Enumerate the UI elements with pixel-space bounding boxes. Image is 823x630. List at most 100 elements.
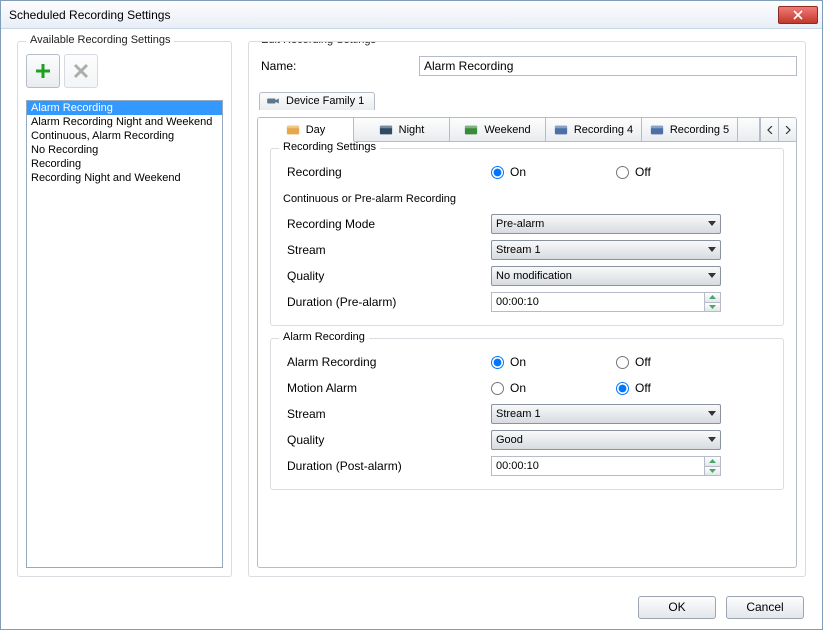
recording-mode-combo[interactable]: Pre-alarm [491, 214, 721, 234]
tab-weekend[interactable]: Weekend [450, 118, 546, 141]
schedule-icon [286, 124, 300, 136]
schedule-tab-body: Recording Settings Recording On Off Cont… [258, 142, 796, 567]
motion-alarm-row: Motion Alarm On Off [281, 375, 773, 401]
alarm-off-radio[interactable] [616, 356, 629, 369]
list-item[interactable]: Recording [27, 157, 222, 171]
tab-recording-5[interactable]: Recording 5 [642, 118, 738, 141]
chevron-down-icon [709, 469, 716, 473]
tab-label: Day [306, 124, 326, 136]
motion-off-radio[interactable] [616, 382, 629, 395]
camera-icon [266, 96, 280, 106]
chevron-up-icon [709, 459, 716, 463]
on-label: On [510, 355, 526, 369]
tab-night[interactable]: Night [354, 118, 450, 141]
alarm-on-radio[interactable] [491, 356, 504, 369]
recording-off-option[interactable]: Off [616, 165, 651, 179]
name-label: Name: [261, 59, 411, 73]
motion-alarm-label: Motion Alarm [281, 381, 491, 395]
rs-quality-value: No modification [496, 270, 572, 282]
motion-on-radio[interactable] [491, 382, 504, 395]
edit-settings-title: Edit Recording Settings [257, 41, 380, 46]
device-family-body: Day NightWeekendRecording 4 Recording 5 Re… [257, 117, 797, 568]
tab-scroll-right[interactable] [778, 118, 796, 141]
schedule-icon [554, 124, 568, 136]
add-button[interactable] [26, 54, 60, 88]
name-input[interactable] [419, 56, 797, 76]
ar-duration-label: Duration (Post-alarm) [281, 459, 491, 473]
rs-duration-row: Duration (Pre-alarm) 00:00:10 [281, 289, 773, 315]
rs-quality-combo[interactable]: No modification [491, 266, 721, 286]
delete-button[interactable] [64, 54, 98, 88]
dialog-body: Available Recording Settings Alarm Recor… [1, 29, 822, 585]
cancel-button[interactable]: Cancel [726, 596, 804, 619]
chevron-down-icon [708, 221, 716, 227]
recording-on-radio[interactable] [491, 166, 504, 179]
chevron-up-icon [709, 295, 716, 299]
list-item[interactable]: No Recording [27, 143, 222, 157]
motion-off-option[interactable]: Off [616, 381, 651, 395]
spin-up-button[interactable] [705, 293, 720, 302]
recording-radio-group: On Off [491, 165, 651, 179]
off-label: Off [635, 165, 651, 179]
rs-quality-row: Quality No modification [281, 263, 773, 289]
tab-scroll-left[interactable] [760, 118, 778, 141]
recording-on-option[interactable]: On [491, 165, 526, 179]
recording-off-radio[interactable] [616, 166, 629, 179]
schedule-icon [379, 124, 393, 136]
tab-device-family-1[interactable]: Device Family 1 [259, 92, 375, 110]
device-family-tabs: Device Family 1 [259, 92, 797, 110]
list-item[interactable]: Continuous, Alarm Recording [27, 129, 222, 143]
rs-duration-spinner[interactable]: 00:00:10 [491, 292, 721, 312]
list-item[interactable]: Alarm Recording [27, 101, 222, 115]
motion-on-option[interactable]: On [491, 381, 526, 395]
tab-label: Recording 5 [670, 124, 729, 136]
spin-up-button[interactable] [705, 457, 720, 466]
tab-day[interactable]: Day [258, 118, 354, 142]
spin-down-button[interactable] [705, 302, 720, 312]
ar-stream-combo[interactable]: Stream 1 [491, 404, 721, 424]
ar-duration-spinner[interactable]: 00:00:10 [491, 456, 721, 476]
plus-icon [34, 62, 52, 80]
on-label: On [510, 381, 526, 395]
chevron-down-icon [708, 247, 716, 253]
recording-mode-label: Recording Mode [281, 217, 491, 231]
alarm-off-option[interactable]: Off [616, 355, 651, 369]
spinner-buttons [704, 293, 720, 311]
ar-duration-row: Duration (Post-alarm) 00:00:10 [281, 453, 773, 479]
tab-recording-4[interactable]: Recording 4 [546, 118, 642, 141]
ok-button[interactable]: OK [638, 596, 716, 619]
ar-duration-value: 00:00:10 [492, 460, 704, 472]
ar-quality-value: Good [496, 434, 523, 446]
recording-settings-fieldset: Recording Settings Recording On Off Cont… [270, 148, 784, 326]
alarm-recording-label: Alarm Recording [281, 355, 491, 369]
recording-settings-title: Recording Settings [279, 142, 380, 153]
motion-alarm-radio-group: On Off [491, 381, 651, 395]
recording-label: Recording [281, 165, 491, 179]
spin-down-button[interactable] [705, 466, 720, 476]
rs-duration-label: Duration (Pre-alarm) [281, 295, 491, 309]
edit-settings-group: Edit Recording Settings Name: Device Fam… [248, 41, 806, 577]
list-item[interactable]: Alarm Recording Night and Weekend [27, 115, 222, 129]
x-icon [73, 63, 89, 79]
alarm-on-option[interactable]: On [491, 355, 526, 369]
list-item[interactable]: Recording Night and Weekend [27, 171, 222, 185]
available-settings-title: Available Recording Settings [26, 34, 174, 46]
off-label: Off [635, 355, 651, 369]
alarm-recording-row: Alarm Recording On Off [281, 349, 773, 375]
rs-duration-value: 00:00:10 [492, 296, 704, 308]
alarm-recording-title: Alarm Recording [279, 331, 369, 343]
dialog-footer: OK Cancel [1, 585, 822, 629]
chevron-right-icon [785, 126, 791, 134]
ar-stream-value: Stream 1 [496, 408, 541, 420]
chevron-down-icon [708, 273, 716, 279]
close-icon [793, 10, 803, 20]
chevron-left-icon [767, 126, 773, 134]
rs-quality-label: Quality [281, 269, 491, 283]
close-button[interactable] [778, 6, 818, 24]
rs-stream-label: Stream [281, 243, 491, 257]
ar-quality-combo[interactable]: Good [491, 430, 721, 450]
rs-stream-combo[interactable]: Stream 1 [491, 240, 721, 260]
available-settings-list[interactable]: Alarm RecordingAlarm Recording Night and… [26, 100, 223, 568]
chevron-down-icon [708, 437, 716, 443]
titlebar: Scheduled Recording Settings [1, 1, 822, 29]
